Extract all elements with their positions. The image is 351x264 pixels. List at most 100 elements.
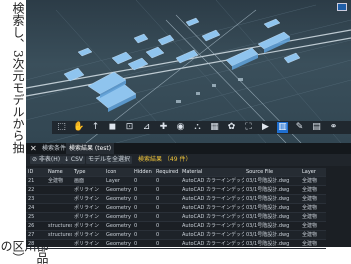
- article-vertical-text: 検索し、3次元モデルから抽 都品川区）の: [0, 0, 49, 264]
- table-cell: AutoCAD カラーインデックス7: [180, 176, 244, 186]
- table-cell: 0: [132, 239, 154, 249]
- table-cell: structures: [46, 221, 72, 231]
- table-cell: 0: [154, 221, 180, 231]
- table-cell: [46, 185, 72, 195]
- table-cell: 03/1号階設計.dwg: [244, 185, 300, 195]
- table-cell: [46, 203, 72, 213]
- table-row[interactable]: 23ポリラインGeometry00AutoCAD カラーインデックス703/1号…: [26, 194, 326, 204]
- column-header[interactable]: Source File: [244, 168, 300, 177]
- link-icon[interactable]: ⚭: [328, 122, 339, 133]
- table-row[interactable]: 26 structures ポリライン Geometry 0 0 AutoCAD カラーイン…: [26, 221, 326, 231]
- table-cell: ポリライン: [72, 221, 104, 231]
- table-cell: 0: [132, 212, 154, 222]
- camera-icon[interactable]: ◼: [107, 122, 118, 133]
- table-cell: AutoCAD カラーインデックス7: [180, 212, 244, 222]
- table-cell: Geometry: [104, 203, 132, 213]
- table-cell: 0: [154, 194, 180, 204]
- results-toolbar: ⊘ 非表(H) ↓ CSV モデルを全選択 検索結果 （49 件）: [26, 154, 351, 166]
- table-cell: ポリライン: [72, 239, 104, 249]
- table-row[interactable]: 28ポリラインGeometry00AutoCAD カラーインデックス703/1号…: [26, 239, 326, 249]
- table-cell: AutoCAD カラーインデックス7: [180, 230, 244, 240]
- table-cell: AutoCAD カラーインデックス7: [180, 239, 244, 249]
- measure-icon[interactable]: ⊡: [124, 122, 135, 133]
- table-cell: [46, 212, 72, 222]
- csv-export-button[interactable]: ↓ CSV: [62, 156, 86, 164]
- table-cell: 全建物: [46, 176, 72, 186]
- table-cell: 03/1号階設計.dwg: [244, 239, 300, 249]
- tab-search-conditions[interactable]: 検索条件: [42, 143, 66, 154]
- table-row[interactable]: 21全建物画面Layer00AutoCAD カラーインデックス703/1号階設計…: [26, 176, 326, 186]
- table-row[interactable]: 24ポリラインGeometry00AutoCAD カラーインデックス703/1号…: [26, 203, 326, 213]
- settings-icon[interactable]: ✿: [226, 122, 237, 133]
- table-cell: 0: [132, 194, 154, 204]
- table-cell: 0: [132, 185, 154, 195]
- layers-icon[interactable]: ▥: [277, 122, 288, 133]
- column-header[interactable]: Hidden: [132, 168, 154, 177]
- view-cube-indicator[interactable]: [337, 3, 347, 11]
- table-cell: 0: [154, 239, 180, 249]
- table-cell: structures: [46, 230, 72, 240]
- table-cell: Geometry: [104, 212, 132, 222]
- pen-icon[interactable]: ✎: [294, 122, 305, 133]
- table-cell: [46, 239, 72, 249]
- column-header[interactable]: Required: [154, 168, 180, 177]
- table-cell: Layer: [104, 176, 132, 186]
- table-cell: 03/1号階設計.dwg: [244, 176, 300, 186]
- table-cell: 0: [154, 230, 180, 240]
- table-row[interactable]: 25ポリラインGeometry00AutoCAD カラーインデックス703/1号…: [26, 212, 326, 222]
- table-cell: 全建物: [300, 176, 326, 186]
- table-cell: AutoCAD カラーインデックス7: [180, 221, 244, 231]
- tree-icon[interactable]: ⛬: [192, 122, 203, 133]
- table-cell: 全建物: [300, 194, 326, 204]
- select-all-models-button[interactable]: モデルを全選択: [86, 156, 133, 164]
- table-cell: Geometry: [104, 221, 132, 231]
- fullscreen-icon[interactable]: ⛶: [243, 122, 254, 133]
- video-icon[interactable]: ▶: [260, 122, 271, 133]
- table-header-row: ID Name Type Icon Hidden Required Material Sour…: [26, 168, 326, 177]
- document-icon[interactable]: ▤: [311, 122, 322, 133]
- table-cell: ポリライン: [72, 185, 104, 195]
- table-cell: 0: [154, 203, 180, 213]
- tab-search-results[interactable]: 検索結果 (test): [66, 143, 115, 154]
- table-cell: 0: [154, 176, 180, 186]
- table-cell: Geometry: [104, 239, 132, 249]
- table-cell: 0: [132, 176, 154, 186]
- column-header[interactable]: ID: [26, 168, 46, 177]
- result-count: 検索結果 （49 件）: [138, 156, 192, 163]
- hand-icon[interactable]: ✋: [73, 122, 84, 133]
- column-header[interactable]: Icon: [104, 168, 132, 177]
- section-icon[interactable]: ⊿: [141, 122, 152, 133]
- table-cell: 全建物: [300, 239, 326, 249]
- table-row[interactable]: 22ポリラインGeometry00AutoCAD カラーインデックス703/1号…: [26, 185, 326, 195]
- table-cell: ポリライン: [72, 212, 104, 222]
- table-cell: 0: [154, 185, 180, 195]
- select-icon[interactable]: ⬚: [56, 122, 67, 133]
- table-cell: 全建物: [300, 203, 326, 213]
- hide-button[interactable]: ⊘ 非表(H): [30, 156, 63, 164]
- close-icon[interactable]: ✕: [30, 143, 37, 154]
- grid-icon[interactable]: ▦: [209, 122, 220, 133]
- table-cell: 0: [154, 212, 180, 222]
- table-cell: ポリライン: [72, 194, 104, 204]
- add-icon[interactable]: ✚: [158, 122, 169, 133]
- column-header[interactable]: Material: [180, 168, 244, 177]
- table-cell: 22: [26, 185, 46, 195]
- table-cell: 28: [26, 239, 46, 249]
- table-cell: 26: [26, 221, 46, 231]
- table-cell: 全建物: [300, 221, 326, 231]
- table-row[interactable]: 27 structures ポリライン Geometry 0 0 AutoCAD カラーイン…: [26, 230, 326, 240]
- table-cell: 27: [26, 230, 46, 240]
- table-cell: 24: [26, 203, 46, 213]
- visibility-icon[interactable]: ◉: [175, 122, 186, 133]
- table-cell: 03/1号階設計.dwg: [244, 212, 300, 222]
- table-cell: AutoCAD カラーインデックス7: [180, 194, 244, 204]
- table-cell: 全建物: [300, 230, 326, 240]
- article-text-column-1: 検索し、3次元モデルから抽: [11, 2, 25, 154]
- results-panel: ✕ 検索条件 検索結果 (test) ⊘ 非表(H) ↓ CSV モデルを全選択…: [26, 143, 351, 249]
- move-up-icon[interactable]: ↑: [90, 122, 101, 133]
- table-cell: 画面: [72, 176, 104, 186]
- table-cell: Geometry: [104, 194, 132, 204]
- column-header[interactable]: Layer: [300, 168, 326, 177]
- column-header[interactable]: Type: [72, 168, 104, 177]
- column-header[interactable]: Name: [46, 168, 72, 177]
